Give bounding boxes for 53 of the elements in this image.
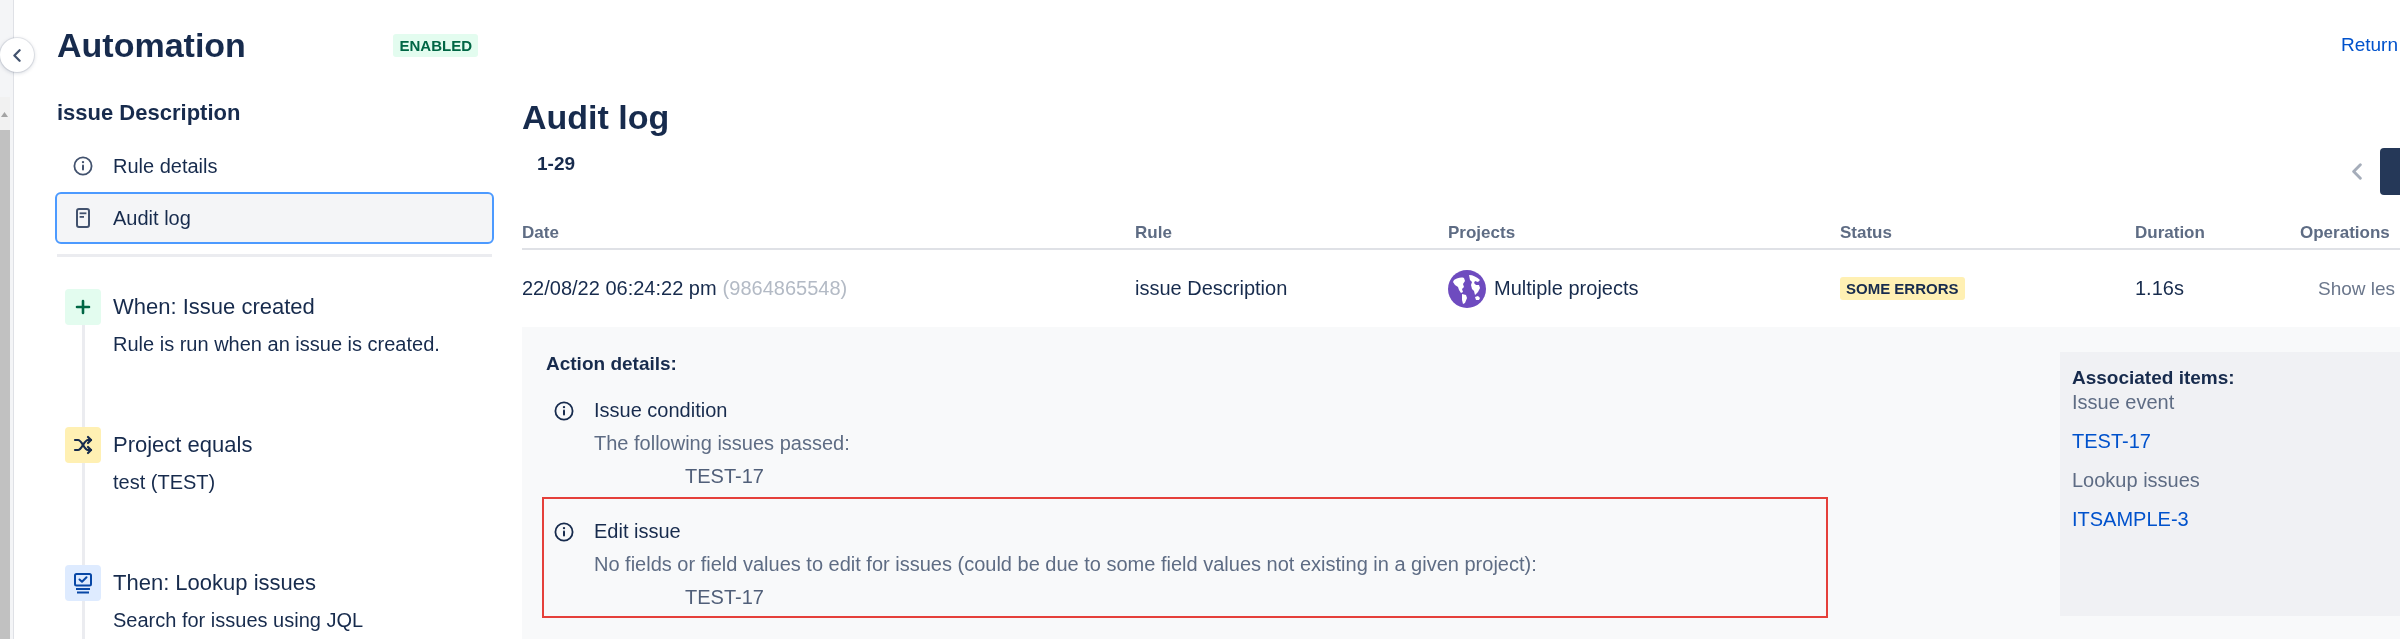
step-title[interactable]: Project equals bbox=[113, 427, 494, 463]
status-lozenge: SOME ERRORS bbox=[1840, 277, 1965, 300]
step-description: test (TEST) bbox=[113, 470, 217, 495]
column-header: Operations bbox=[2300, 222, 2391, 244]
details-heading: Action details: bbox=[545, 352, 678, 376]
sidebar-item[interactable]: Rule details bbox=[55, 140, 494, 192]
chevron-left-icon bbox=[2352, 162, 2362, 180]
action-message: The following issues passed: bbox=[594, 431, 851, 456]
info-icon bbox=[554, 400, 574, 421]
group-label: Lookup issues bbox=[2072, 468, 2200, 492]
monitor-icon bbox=[65, 565, 101, 601]
show-less-button[interactable]: Show les bbox=[2318, 276, 2396, 301]
step-title[interactable]: When: Issue created bbox=[113, 289, 494, 325]
action-title: Edit issue bbox=[594, 519, 682, 544]
column-header: Status bbox=[1840, 222, 1893, 244]
action-title: Issue condition bbox=[594, 398, 729, 423]
rule-cell-text: issue Description bbox=[1135, 277, 1289, 300]
step-description: Search for issues using JQL bbox=[113, 608, 365, 633]
project-name: Multiple projects bbox=[1494, 277, 1639, 300]
status-lozenge: ENABLED bbox=[393, 33, 478, 57]
info-icon bbox=[73, 156, 93, 176]
info-icon bbox=[554, 521, 574, 542]
return-link[interactable]: Return bbox=[2340, 33, 2398, 57]
action-message: No fields or field values to edit for issues (could be due to some field values not existing in a given project): bbox=[594, 552, 1538, 577]
group-label: Issue event bbox=[2072, 390, 2175, 414]
collapse-button[interactable] bbox=[0, 38, 34, 72]
step-description: Rule is run when an issue is created. bbox=[113, 332, 441, 357]
page-button[interactable] bbox=[2380, 147, 2400, 195]
issue-link[interactable]: TEST-17 bbox=[2072, 429, 2151, 453]
rule-name: issue Description bbox=[57, 99, 242, 127]
issue-key: TEST-17 bbox=[685, 460, 764, 493]
globe-icon bbox=[1448, 269, 1486, 308]
step-title[interactable]: Then: Lookup issues bbox=[113, 565, 494, 601]
column-header: Projects bbox=[1448, 222, 1517, 244]
duration-cell-text: 1.16s bbox=[2135, 277, 2185, 300]
previous-page-button[interactable] bbox=[2352, 162, 2362, 180]
column-header: Duration bbox=[2135, 222, 2206, 244]
scroll-up-arrow-icon[interactable] bbox=[1, 112, 8, 117]
plus-icon bbox=[65, 289, 101, 325]
page-title: Automation bbox=[57, 25, 246, 65]
chevron-left-icon bbox=[13, 48, 21, 62]
column-header: Rule bbox=[1135, 222, 1173, 244]
section-title: Audit log bbox=[522, 97, 671, 138]
document-icon bbox=[76, 208, 90, 228]
shuffle-icon bbox=[65, 427, 101, 463]
execution-id: (9864865548) bbox=[722, 277, 848, 300]
date-time: 22/08/22 06:24:22 pm bbox=[522, 277, 717, 300]
associated-heading: Associated items: bbox=[2072, 366, 2236, 390]
issue-key: TEST-17 bbox=[685, 581, 764, 614]
result-range: 1-29 bbox=[537, 152, 576, 176]
sidebar-item[interactable]: Audit log bbox=[55, 192, 494, 244]
column-header: Date bbox=[522, 222, 560, 244]
issue-link[interactable]: ITSAMPLE-3 bbox=[2072, 507, 2189, 531]
